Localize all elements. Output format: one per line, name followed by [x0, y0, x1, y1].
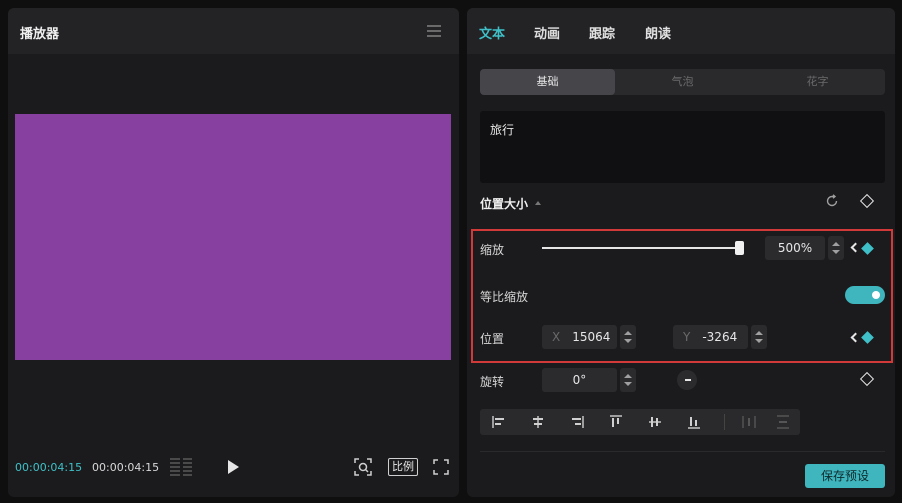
- position-y-stepper[interactable]: [751, 325, 767, 349]
- tab-tracking[interactable]: 跟踪: [589, 23, 615, 42]
- scale-slider-thumb[interactable]: [735, 241, 744, 255]
- player-controls: 00:00:04:15 00:00:04:15 比例: [8, 448, 459, 488]
- player-header: 播放器: [8, 8, 459, 54]
- tab-text[interactable]: 文本: [479, 23, 505, 42]
- position-x-value: 15064: [572, 330, 611, 344]
- align-top-icon[interactable]: [597, 409, 635, 435]
- subtab-basic[interactable]: 基础: [480, 69, 615, 95]
- position-label: 位置: [480, 332, 505, 346]
- distribute-vertical-icon[interactable]: [764, 409, 802, 435]
- text-content-input[interactable]: 旅行: [480, 111, 885, 183]
- toolbar-divider: [724, 414, 725, 430]
- keyframe-diamond-icon[interactable]: [859, 193, 875, 209]
- player-panel: 播放器 00:00:04:15 00:00:04:15 比例: [8, 8, 459, 497]
- scale-slider-track[interactable]: [542, 247, 742, 249]
- distribute-horizontal-icon[interactable]: [730, 409, 768, 435]
- position-x-stepper[interactable]: [620, 325, 636, 349]
- player-title: 播放器: [20, 27, 60, 42]
- video-preview[interactable]: [15, 114, 451, 360]
- align-bottom-icon[interactable]: [675, 409, 713, 435]
- fullscreen-icon[interactable]: [433, 459, 449, 475]
- text-subtabs: 基础 气泡 花字: [480, 69, 885, 95]
- x-axis-label: X: [552, 330, 561, 344]
- tab-read-aloud[interactable]: 朗读: [645, 23, 671, 42]
- footer-divider: [480, 451, 885, 452]
- zoom-fit-icon[interactable]: [354, 458, 372, 476]
- y-axis-label: Y: [683, 330, 691, 344]
- menu-icon[interactable]: [427, 25, 441, 37]
- save-preset-button[interactable]: 保存预设: [805, 464, 885, 488]
- inspector-tabs: 文本 动画 跟踪 朗读: [467, 8, 895, 54]
- play-icon[interactable]: [228, 460, 239, 474]
- uniform-scale-label: 等比缩放: [480, 290, 529, 304]
- align-left-icon[interactable]: [480, 409, 518, 435]
- scale-stepper[interactable]: [828, 236, 844, 260]
- subtab-fancy-text[interactable]: 花字: [750, 69, 885, 95]
- scale-value-input[interactable]: 500%: [765, 236, 825, 260]
- ratio-button[interactable]: 比例: [388, 458, 418, 476]
- align-center-vertical-icon[interactable]: [636, 409, 674, 435]
- scale-label: 缩放: [480, 243, 505, 257]
- collapse-caret-icon[interactable]: [535, 201, 541, 205]
- subtab-bubble[interactable]: 气泡: [615, 69, 750, 95]
- rotation-label: 旋转: [480, 375, 505, 389]
- tab-animation[interactable]: 动画: [534, 23, 560, 42]
- rotation-stepper[interactable]: [620, 368, 636, 392]
- position-x-input[interactable]: X 15064: [542, 325, 617, 349]
- align-center-horizontal-icon[interactable]: [519, 409, 557, 435]
- align-right-icon[interactable]: [558, 409, 596, 435]
- current-time: 00:00:04:15: [15, 461, 83, 474]
- timeline-bars-icon[interactable]: [170, 458, 192, 476]
- alignment-toolbar: [480, 409, 800, 435]
- position-y-input[interactable]: Y -3264: [673, 325, 748, 349]
- keyframe-diamond-icon[interactable]: [859, 371, 875, 387]
- rotation-dial[interactable]: [677, 370, 697, 390]
- rotation-input[interactable]: 0°: [542, 368, 617, 392]
- inspector-panel: 文本 动画 跟踪 朗读 基础 气泡 花字 旅行 位置大小 缩放 500% 等比缩…: [467, 8, 895, 497]
- section-title-position-size[interactable]: 位置大小: [480, 195, 528, 212]
- total-time: 00:00:04:15: [92, 461, 160, 474]
- reset-icon[interactable]: [825, 194, 839, 208]
- uniform-scale-toggle[interactable]: [845, 286, 885, 304]
- position-y-value: -3264: [702, 330, 738, 344]
